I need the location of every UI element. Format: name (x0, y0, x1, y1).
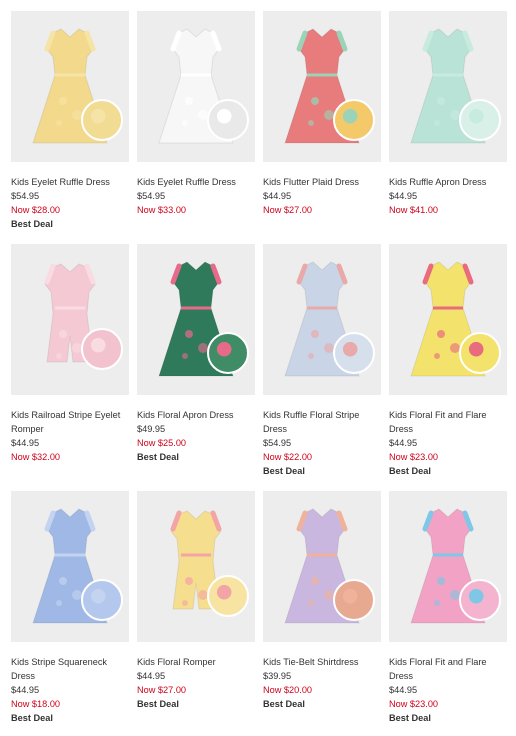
product-card[interactable]: Kids Flutter Plaid Dress $44.95 Now $27.00 (263, 11, 381, 217)
best-deal-badge: Best Deal (263, 466, 305, 476)
product-image[interactable] (137, 491, 255, 642)
fabric-swatch-icon (459, 99, 501, 141)
product-card[interactable]: Kids Floral Romper $44.95 Now $27.00 Best D… (137, 491, 255, 711)
original-price: $49.95 (137, 424, 166, 434)
product-card[interactable]: Kids Floral Apron Dress $49.95 Now $25.00 B… (137, 244, 255, 464)
product-card[interactable]: Kids Eyelet Ruffle Dress $54.95 Now $28.00… (11, 11, 129, 231)
product-garment (44, 263, 96, 363)
original-price: $54.95 (263, 438, 292, 448)
product-image[interactable] (263, 244, 381, 395)
fabric-swatch-icon (459, 332, 501, 374)
sale-price: Now $23.00 (389, 452, 439, 462)
sale-price: Now $28.00 (11, 205, 61, 215)
fabric-swatch-icon (207, 332, 249, 374)
best-deal-badge: Best Deal (389, 713, 431, 723)
sale-price: Now $18.00 (11, 699, 61, 709)
original-price: $54.95 (11, 191, 40, 201)
original-price: $39.95 (263, 671, 292, 681)
product-image[interactable] (137, 244, 255, 395)
original-price: $44.95 (11, 438, 40, 448)
product-name[interactable]: Kids Tie-Belt Shirtdress (263, 655, 381, 669)
product-card[interactable]: Kids Floral Fit and Flare Dress $44.95 Now… (389, 244, 507, 478)
fabric-swatch-icon (207, 99, 249, 141)
product-garment (170, 510, 222, 610)
product-name[interactable]: Kids Floral Apron Dress (137, 408, 255, 422)
best-deal-badge: Best Deal (137, 699, 179, 709)
product-image[interactable] (11, 491, 129, 642)
fabric-swatch-icon (81, 328, 123, 370)
product-image[interactable] (389, 244, 507, 395)
product-card[interactable]: Kids Tie-Belt Shirtdress $39.95 Now $20.00… (263, 491, 381, 711)
original-price: $54.95 (137, 191, 166, 201)
product-garment (410, 261, 486, 377)
original-price: $44.95 (263, 191, 292, 201)
product-card[interactable]: Kids Railroad Stripe Eyelet Romper $44.95… (11, 244, 129, 464)
product-garment (158, 28, 234, 144)
product-garment (410, 28, 486, 144)
sale-price: Now $27.00 (263, 205, 313, 215)
product-garment (32, 508, 108, 624)
sale-price: Now $32.00 (11, 452, 61, 462)
sale-price: Now $27.00 (137, 685, 187, 695)
sale-price: Now $25.00 (137, 438, 187, 448)
sale-price: Now $33.00 (137, 205, 187, 215)
product-name[interactable]: Kids Ruffle Apron Dress (389, 175, 507, 189)
product-card[interactable]: Kids Eyelet Ruffle Dress $54.95 Now $33.00 (137, 11, 255, 217)
product-name[interactable]: Kids Ruffle Floral Stripe Dress (263, 408, 381, 436)
product-garment (32, 28, 108, 144)
product-image[interactable] (11, 11, 129, 162)
original-price: $44.95 (137, 671, 166, 681)
fabric-swatch-icon (207, 575, 249, 617)
product-image[interactable] (263, 491, 381, 642)
product-garment (158, 261, 234, 377)
best-deal-badge: Best Deal (137, 452, 179, 462)
sale-price: Now $22.00 (263, 452, 313, 462)
product-garment (284, 28, 360, 144)
product-image[interactable] (389, 491, 507, 642)
product-name[interactable]: Kids Floral Fit and Flare Dress (389, 408, 507, 436)
fabric-swatch-icon (333, 99, 375, 141)
sale-price: Now $41.00 (389, 205, 439, 215)
product-image[interactable] (389, 11, 507, 162)
fabric-swatch-icon (333, 332, 375, 374)
original-price: $44.95 (389, 685, 418, 695)
fabric-swatch-icon (459, 579, 501, 621)
product-name[interactable]: Kids Stripe Squareneck Dress (11, 655, 129, 683)
fabric-swatch-icon (81, 99, 123, 141)
original-price: $44.95 (389, 191, 418, 201)
product-garment (284, 261, 360, 377)
product-card[interactable]: Kids Stripe Squareneck Dress $44.95 Now $1… (11, 491, 129, 725)
best-deal-badge: Best Deal (11, 219, 53, 229)
product-name[interactable]: Kids Flutter Plaid Dress (263, 175, 381, 189)
product-garment (410, 508, 486, 624)
product-image[interactable] (263, 11, 381, 162)
product-card[interactable]: Kids Floral Fit and Flare Dress $44.95 Now… (389, 491, 507, 725)
product-garment (284, 508, 360, 624)
product-image[interactable] (137, 11, 255, 162)
sale-price: Now $20.00 (263, 685, 313, 695)
original-price: $44.95 (389, 438, 418, 448)
product-name[interactable]: Kids Railroad Stripe Eyelet Romper (11, 408, 129, 436)
sale-price: Now $23.00 (389, 699, 439, 709)
product-name[interactable]: Kids Floral Romper (137, 655, 255, 669)
product-name[interactable]: Kids Eyelet Ruffle Dress (11, 175, 129, 189)
fabric-swatch-icon (81, 579, 123, 621)
product-image[interactable] (11, 244, 129, 395)
best-deal-badge: Best Deal (389, 466, 431, 476)
product-name[interactable]: Kids Eyelet Ruffle Dress (137, 175, 255, 189)
best-deal-badge: Best Deal (263, 699, 305, 709)
product-card[interactable]: Kids Ruffle Apron Dress $44.95 Now $41.00 (389, 11, 507, 217)
product-card[interactable]: Kids Ruffle Floral Stripe Dress $54.95 Now… (263, 244, 381, 478)
original-price: $44.95 (11, 685, 40, 695)
product-name[interactable]: Kids Floral Fit and Flare Dress (389, 655, 507, 683)
best-deal-badge: Best Deal (11, 713, 53, 723)
fabric-swatch-icon (333, 579, 375, 621)
